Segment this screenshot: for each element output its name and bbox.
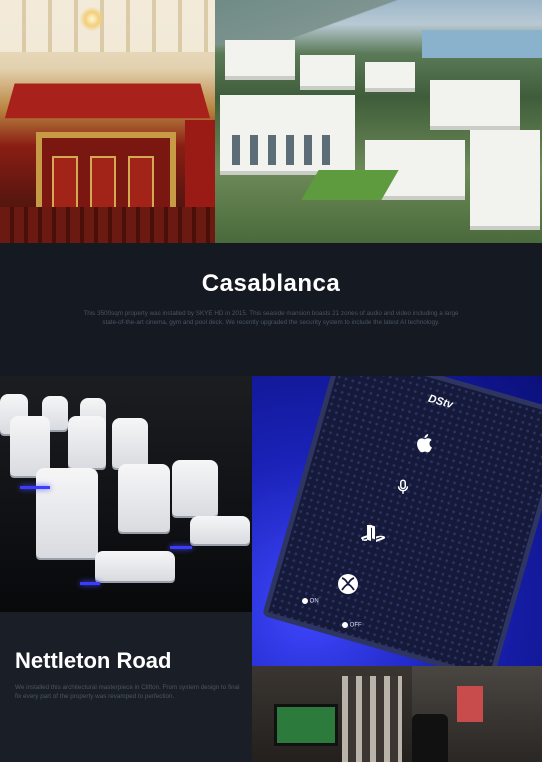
off-switch: OFF [342,622,362,629]
window [304,135,312,165]
cinema-seat [10,416,50,476]
window [322,135,330,165]
media-room-photo [252,666,542,762]
mansion-aerial-photo [215,0,542,243]
building [470,130,540,230]
main-mansion [220,95,355,175]
window [286,135,294,165]
cinema-seat [68,416,106,468]
casablanca-section: Casablanca This 3500sqm property was ins… [0,243,542,376]
xbox-icon [336,572,360,596]
led-strip [170,546,192,549]
switch-dot-icon [342,622,348,628]
off-label: OFF [349,622,362,629]
stage-panel [52,156,78,212]
apple-icon [412,430,438,456]
microphone-icon [392,476,414,498]
hall-seats [0,207,215,243]
cinema-seat [118,464,170,532]
seat-footrest [95,551,175,581]
window [268,135,276,165]
window [250,135,258,165]
nettleton-section: Nettleton Road We installed this archite… [0,612,252,762]
window [232,135,240,165]
sea [422,30,542,58]
dstv-tablet-photo: DStv ON OFF [252,376,542,666]
theatre-hall-photo [0,0,215,243]
cinema-seats-photo [0,376,252,612]
building [225,40,295,80]
stage-panel [128,156,154,212]
red-carpet [4,83,211,119]
building [430,80,520,130]
led-strip [20,486,50,489]
wall-poster [457,686,483,722]
nettleton-description: We installed this architectural masterpi… [15,684,240,700]
playstation-icon [360,522,388,546]
hall-ceiling [0,0,215,52]
casablanca-description: This 3500sqm property was installed by S… [83,310,459,326]
casablanca-title: Casablanca [201,270,341,297]
tv-screen [274,704,338,746]
cinema-seat [36,468,98,558]
on-switch: ON [302,598,319,605]
cinema-seat [112,418,148,468]
gym-equipment [412,714,448,762]
building [365,62,415,92]
stage-panel [90,156,116,212]
led-strip [80,582,100,585]
seat-footrest [190,516,250,544]
nettleton-title: Nettleton Road [15,648,172,673]
building [300,55,355,90]
wall-slats [342,676,402,762]
chandelier [80,6,104,32]
switch-dot-icon [302,598,308,604]
on-label: ON [309,598,319,605]
cinema-seat [172,460,218,516]
